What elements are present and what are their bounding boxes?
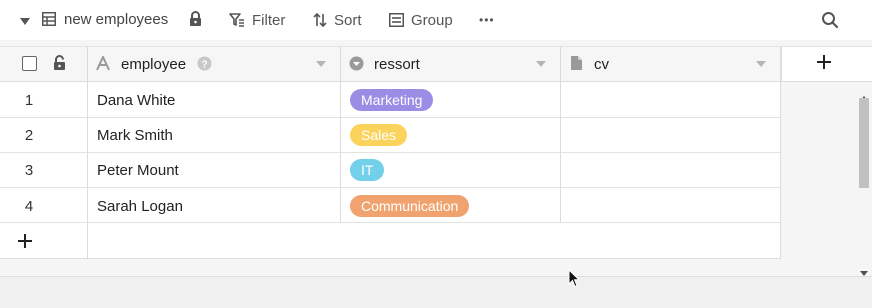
employee-cell[interactable]: Mark Smith bbox=[97, 127, 173, 144]
search-icon[interactable] bbox=[821, 11, 839, 34]
help-icon[interactable]: ? bbox=[197, 56, 212, 76]
footer-bar bbox=[0, 276, 872, 308]
column-header-cv[interactable]: cv bbox=[594, 56, 609, 73]
ressort-tag[interactable]: Marketing bbox=[350, 89, 434, 111]
ressort-tag[interactable]: Communication bbox=[350, 195, 470, 217]
filter-label: Filter bbox=[252, 11, 286, 29]
more-options-button[interactable]: ••• bbox=[479, 0, 495, 40]
column-header-ressort[interactable]: ressort bbox=[374, 56, 420, 73]
view-name[interactable]: new employees bbox=[64, 11, 168, 28]
column-header-employee[interactable]: employee bbox=[121, 56, 186, 73]
group-button[interactable]: Group bbox=[389, 0, 453, 40]
text-column-icon bbox=[96, 54, 110, 76]
sort-icon bbox=[313, 13, 327, 27]
row-number: 4 bbox=[24, 198, 34, 215]
mouse-cursor-icon bbox=[568, 268, 581, 293]
svg-text:?: ? bbox=[201, 60, 207, 71]
cv-cells[interactable] bbox=[561, 83, 780, 222]
toolbar: new employees Filter Sort Group ••• bbox=[0, 0, 872, 40]
filter-button[interactable]: Filter bbox=[229, 0, 285, 40]
column-menu-caret-icon[interactable] bbox=[316, 61, 326, 67]
select-all-checkbox[interactable] bbox=[22, 56, 37, 71]
row-number: 2 bbox=[24, 127, 34, 144]
unlock-icon[interactable] bbox=[53, 55, 66, 76]
empty-area bbox=[0, 258, 857, 276]
more-label: ••• bbox=[479, 13, 495, 27]
sort-button[interactable]: Sort bbox=[313, 0, 362, 40]
single-select-column-icon bbox=[349, 56, 364, 76]
employee-cell[interactable]: Sarah Logan bbox=[97, 198, 183, 215]
add-row-area[interactable] bbox=[0, 222, 781, 258]
group-icon bbox=[389, 13, 404, 27]
ressort-tag[interactable]: IT bbox=[350, 159, 385, 181]
filter-icon bbox=[229, 13, 245, 27]
group-label: Group bbox=[411, 11, 453, 29]
view-caret-down-icon[interactable] bbox=[19, 14, 31, 32]
file-column-icon bbox=[570, 55, 583, 76]
table-view-icon bbox=[42, 12, 56, 31]
sort-label: Sort bbox=[334, 11, 362, 29]
row-number: 3 bbox=[24, 162, 34, 179]
add-column-icon[interactable] bbox=[816, 54, 832, 75]
employee-cell[interactable]: Peter Mount bbox=[97, 162, 179, 179]
row-number: 1 bbox=[24, 92, 34, 109]
employee-cell[interactable]: Dana White bbox=[97, 92, 175, 109]
lock-icon[interactable] bbox=[189, 11, 202, 32]
column-menu-caret-icon[interactable] bbox=[756, 61, 766, 67]
column-menu-caret-icon[interactable] bbox=[536, 61, 546, 67]
scrollbar-thumb[interactable] bbox=[859, 98, 869, 188]
add-row-icon[interactable] bbox=[17, 233, 33, 254]
ressort-tag[interactable]: Sales bbox=[350, 124, 408, 146]
